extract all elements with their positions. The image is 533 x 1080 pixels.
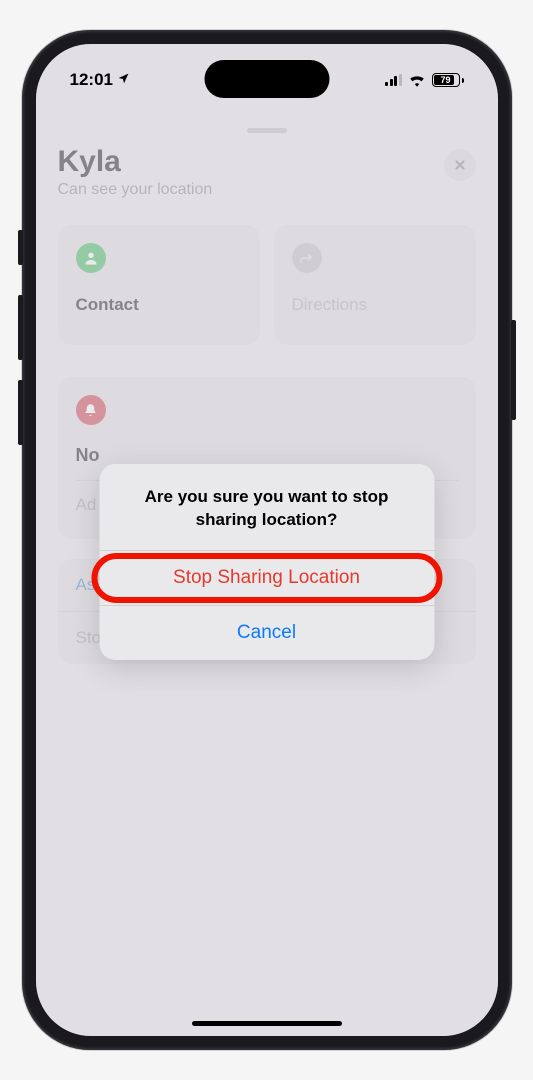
home-indicator[interactable]: [192, 1021, 342, 1026]
directions-tile[interactable]: Directions: [274, 225, 476, 345]
cancel-label: Cancel: [237, 622, 296, 643]
battery-icon: 79: [432, 73, 464, 87]
contact-subtitle: Can see your location: [58, 181, 213, 199]
status-time: 12:01: [70, 70, 113, 90]
power-button: [511, 320, 516, 420]
cancel-button[interactable]: Cancel: [99, 605, 434, 660]
bell-icon: [76, 395, 106, 425]
phone-frame: 12:01 79: [22, 30, 512, 1050]
directions-tile-label: Directions: [292, 295, 458, 315]
silent-switch: [18, 230, 23, 265]
wifi-icon: [408, 73, 426, 87]
confirmation-action-sheet: Are you sure you want to stop sharing lo…: [99, 464, 434, 660]
dynamic-island: [204, 60, 329, 98]
volume-up-button: [18, 295, 23, 360]
person-icon: [76, 243, 106, 273]
volume-down-button: [18, 380, 23, 445]
stop-sharing-label: Stop Sharing Location: [173, 567, 360, 588]
directions-icon: [292, 243, 322, 273]
contact-tile-label: Contact: [76, 295, 242, 315]
location-services-icon: [117, 72, 130, 88]
screen: 12:01 79: [36, 44, 498, 1036]
notifications-title: No: [76, 445, 458, 466]
battery-percentage: 79: [440, 75, 450, 85]
sheet-grabber[interactable]: [247, 128, 287, 133]
cellular-signal-icon: [385, 74, 402, 86]
stop-sharing-location-button[interactable]: Stop Sharing Location: [99, 550, 434, 605]
close-button[interactable]: [444, 149, 476, 181]
contact-header: Kyla Can see your location: [36, 145, 498, 213]
contact-tile[interactable]: Contact: [58, 225, 260, 345]
action-sheet-title: Are you sure you want to stop sharing lo…: [99, 464, 434, 550]
contact-name: Kyla: [58, 145, 213, 179]
action-tiles: Contact Directions: [36, 213, 498, 357]
